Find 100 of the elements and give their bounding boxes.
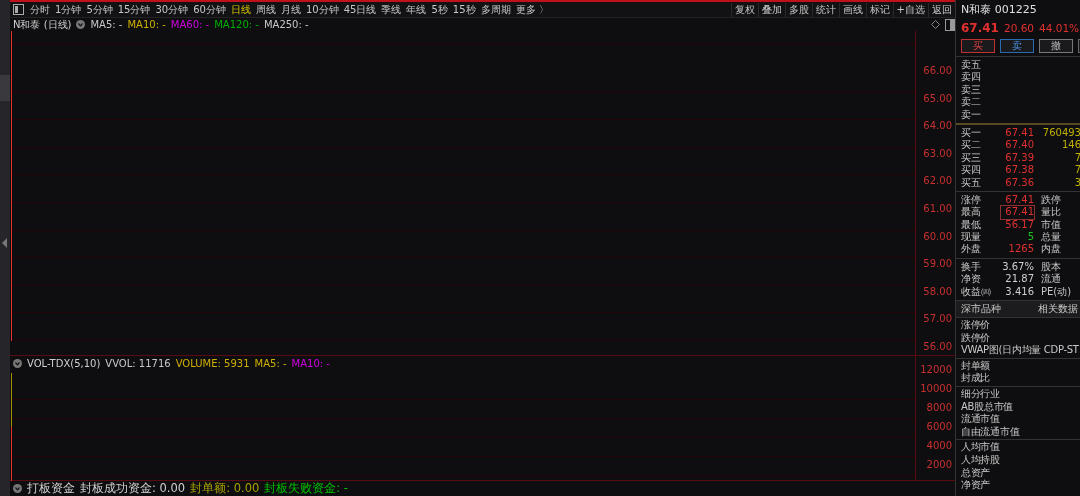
ask-level: 卖四	[961, 71, 982, 84]
axis-label: 65.00	[923, 92, 952, 104]
cancel-button[interactable]: 撤	[1039, 39, 1073, 53]
toolbar-button[interactable]: 画线	[838, 2, 866, 17]
period-tab[interactable]: 更多 〉	[515, 2, 549, 17]
toolbar-button[interactable]: 复权	[730, 2, 758, 17]
info-label: 自由流通市值	[960, 425, 1021, 439]
bid-volume: 7	[1073, 164, 1080, 177]
info-tab[interactable]: 深市品种	[961, 302, 1001, 317]
axis-label: 66.00	[923, 65, 952, 76]
stat-value: 21.87	[1004, 273, 1034, 286]
stat-label: 收益㈣	[961, 285, 992, 299]
indicator-value: MA120: -	[214, 19, 259, 30]
stat-value: 67.41	[1001, 206, 1034, 219]
stat-value: 56.17	[1004, 218, 1034, 232]
ask-level: 卖五	[961, 59, 982, 72]
indicator-value: MA10: -	[127, 19, 166, 30]
period-tab[interactable]: 5秒	[431, 2, 448, 17]
stat-value: 3.416	[1004, 285, 1034, 299]
stat-label: 股本	[1041, 260, 1061, 273]
axis-label: 57.00	[923, 313, 952, 325]
period-tab[interactable]: 45日线	[343, 2, 377, 17]
indicator-value: 封单额: 0.00	[190, 481, 260, 496]
stat-value: 67.41	[1004, 193, 1034, 207]
info-tab[interactable]: 相关数据	[1038, 302, 1078, 317]
bid-price: 67.41	[1004, 126, 1034, 140]
indicator-value: VOLUME: 5931	[175, 358, 250, 369]
stat-label: 最低	[961, 218, 982, 232]
period-tab[interactable]: 10分钟	[305, 2, 339, 17]
axis-label: 56.00	[923, 340, 952, 352]
period-tab[interactable]: 月线	[280, 2, 301, 17]
toolbar-button[interactable]: 多股	[784, 2, 812, 17]
period-tab[interactable]: 季线	[381, 2, 402, 17]
toolbar-button[interactable]: 统计	[811, 2, 839, 17]
axis-label: 60.00	[923, 230, 952, 242]
axis-label: 63.00	[923, 147, 952, 159]
toolbar-button[interactable]: 返回	[928, 2, 955, 17]
info-label: AB股总市值	[960, 400, 1014, 413]
period-tab[interactable]: 日线	[230, 2, 251, 17]
indicator-value: 封板成功资金: 0.00	[80, 481, 186, 496]
bid-volume: 3	[1073, 176, 1080, 189]
buy-button[interactable]: 买	[961, 39, 995, 53]
stat-label: 市值	[1041, 218, 1061, 232]
period-tab[interactable]: 1分钟	[55, 2, 82, 17]
info-label: 封单额	[960, 359, 992, 372]
period-tab[interactable]: 5分钟	[86, 2, 113, 17]
toolbar-button[interactable]: 标记	[865, 2, 893, 17]
info-label: 人均持股	[960, 453, 1001, 467]
stat-label: 内盘	[1041, 243, 1061, 256]
toolbar-button[interactable]: 叠加	[757, 2, 785, 17]
period-tab[interactable]: 分时	[30, 2, 50, 17]
stat-label: 最高	[961, 206, 982, 219]
info-label: 封成比	[960, 372, 992, 385]
axis-label: 62.00	[923, 175, 952, 187]
bid-level: 买四	[961, 164, 982, 177]
period-tab[interactable]: 周线	[255, 2, 276, 17]
bid-volume: 146	[1060, 139, 1080, 152]
axis-label: 59.00	[923, 258, 952, 270]
info-label: 人均市值	[960, 441, 1001, 454]
axis-label: 61.00	[923, 202, 952, 214]
indicator-value: 封板失败资金: -	[264, 481, 348, 496]
info-label: 跌停价	[960, 331, 992, 345]
chart-title: VOL-TDX(5,10)	[27, 358, 101, 369]
axis-label: 12000	[920, 363, 952, 375]
bid-level: 买三	[961, 151, 982, 165]
bid-price: 67.40	[1004, 139, 1034, 152]
bid-level: 买五	[961, 176, 982, 189]
stat-label: 涨停	[961, 193, 982, 206]
axis-label: 10000	[920, 382, 952, 394]
indicator-value: MA5: -	[90, 19, 123, 30]
stat-label: 现量	[961, 231, 982, 244]
price-change: 20.60	[1003, 22, 1035, 34]
info-label: 涨停价	[960, 319, 992, 332]
info-label: 净资产	[960, 479, 992, 492]
bid-price: 67.38	[1004, 164, 1034, 177]
period-tab[interactable]: 15分钟	[117, 2, 151, 17]
chart-title: N和泰 (日线)	[13, 17, 72, 32]
ask-level: 卖二	[961, 96, 982, 109]
change-percent: 44.01%	[1039, 22, 1080, 34]
stat-label: 净资	[961, 273, 982, 286]
info-label: 细分行业	[960, 388, 1001, 401]
ask-level: 卖三	[961, 83, 982, 97]
axis-label: 4000	[926, 439, 952, 451]
stat-value: 1265	[1007, 243, 1034, 256]
bid-volume: 7	[1073, 151, 1080, 165]
period-tab[interactable]: 30分钟	[155, 2, 189, 17]
bid-price: 67.39	[1004, 151, 1034, 165]
stat-label: PE(动)	[1041, 285, 1072, 299]
axis-label: 64.00	[923, 120, 952, 132]
period-tab[interactable]: 多周期	[480, 2, 511, 17]
period-tab[interactable]: 60分钟	[193, 2, 226, 17]
stat-label: 换手	[961, 260, 982, 274]
toolbar-button[interactable]: +自选	[892, 2, 928, 17]
stat-value: 5	[1026, 231, 1034, 244]
bid-level: 买二	[961, 139, 982, 152]
period-tab[interactable]: 15秒	[452, 2, 476, 17]
stat-value: 3.67%	[1001, 260, 1034, 274]
stat-label: 外盘	[961, 243, 982, 256]
period-tab[interactable]: 年线	[406, 2, 427, 17]
sell-button[interactable]: 卖	[1000, 39, 1034, 53]
